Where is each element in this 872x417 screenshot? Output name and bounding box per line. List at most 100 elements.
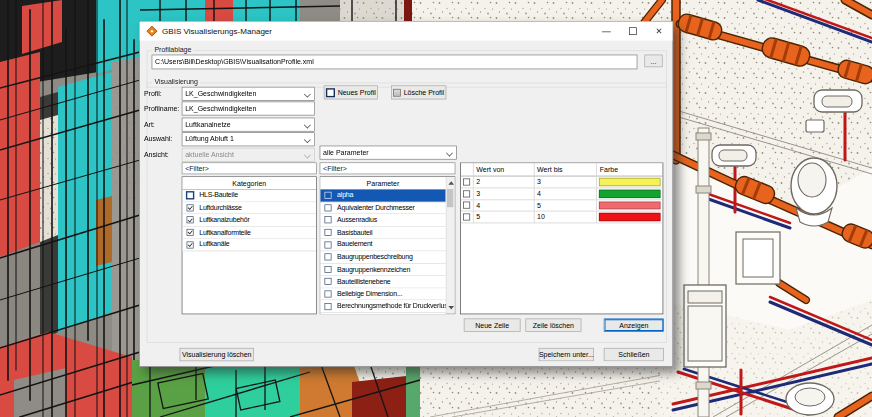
row-checkbox[interactable] xyxy=(463,214,470,221)
delete-profile-icon xyxy=(393,89,401,97)
parameters-filter-input[interactable]: <Filter> xyxy=(320,162,456,174)
ansicht-label: Ansicht: xyxy=(144,151,169,159)
list-item[interactable]: Bauteillistenebene xyxy=(320,276,445,288)
color-swatch[interactable] xyxy=(599,190,660,198)
list-item[interactable]: Luftkanäle xyxy=(182,239,316,251)
maximize-button[interactable] xyxy=(620,22,647,41)
close-icon: ✕ xyxy=(656,27,663,36)
table-header-row: Wert von Wert bis Farbe xyxy=(461,163,663,177)
white-pipe xyxy=(696,128,711,417)
column-header: Wert von xyxy=(474,163,535,176)
profil-combobox[interactable]: LK_Geschwindigkeiten xyxy=(182,87,315,101)
categories-list: Kategorien HLS-Bauteile Luftdurchlässe L… xyxy=(182,176,317,314)
categories-filter-input[interactable]: <Filter> xyxy=(182,162,317,174)
profilname-input[interactable]: LK_Geschwindigkeiten xyxy=(182,102,315,116)
chevron-down-icon xyxy=(304,121,311,128)
parameters-list-content: Parameter alpha Äquivalenter Durchmesser… xyxy=(320,177,445,314)
anzeigen-button[interactable]: Anzeigen xyxy=(604,319,664,332)
minimize-button[interactable] xyxy=(593,22,620,41)
checkbox[interactable] xyxy=(325,303,332,310)
chevron-down-icon xyxy=(304,136,311,143)
profile-path-input[interactable]: C:\Users\Bill\Desktop\GBIS\Visualisation… xyxy=(152,55,638,70)
checkbox[interactable] xyxy=(325,229,332,236)
color-swatch[interactable] xyxy=(599,213,660,221)
checkbox[interactable] xyxy=(187,204,194,211)
column-header: Wert bis xyxy=(534,163,597,176)
checkbox[interactable] xyxy=(187,217,194,224)
visualisierung-loeschen-button[interactable]: Visualisierung löschen xyxy=(180,348,254,361)
list-item[interactable]: HLS-Bauteile xyxy=(182,190,316,202)
parameters-list: Parameter alpha Äquivalenter Durchmesser… xyxy=(320,176,456,314)
art-combobox[interactable]: Luftkanalnetze xyxy=(182,118,315,132)
row-checkbox[interactable] xyxy=(463,190,470,197)
checkbox[interactable] xyxy=(325,241,332,248)
profil-label: Profil: xyxy=(144,90,162,98)
loesche-profil-button[interactable]: Lösche Profil xyxy=(391,85,446,99)
checkbox[interactable] xyxy=(325,192,332,199)
maximize-icon xyxy=(629,27,637,35)
checkbox[interactable] xyxy=(325,290,332,297)
list-item-selected[interactable]: alpha xyxy=(320,190,445,202)
zeile-loeschen-button[interactable]: Zeile löschen xyxy=(525,319,581,332)
checkbox[interactable] xyxy=(325,204,332,211)
browse-button[interactable]: ... xyxy=(644,55,662,68)
dialog-titlebar[interactable]: GBIS Visualisierungs-Manager ✕ xyxy=(140,22,673,41)
list-item[interactable]: Berechnungsmethode für Druckverlust xyxy=(320,301,445,313)
app-icon xyxy=(147,26,158,37)
top-strip xyxy=(140,0,412,21)
checkbox[interactable] xyxy=(187,241,194,248)
scroll-thumb[interactable] xyxy=(447,189,453,207)
checkbox[interactable] xyxy=(187,229,194,236)
row-checkbox[interactable] xyxy=(463,202,470,209)
list-item[interactable]: Baugruppenbeschreibung xyxy=(320,251,445,263)
color-swatch[interactable] xyxy=(599,201,660,209)
table-row[interactable]: 4 5 xyxy=(461,200,663,212)
new-profile-icon xyxy=(326,88,335,97)
checkbox[interactable] xyxy=(325,266,332,273)
chevron-down-icon xyxy=(304,152,311,159)
visualisierung-label: Visualisierung xyxy=(152,78,200,86)
list-item[interactable]: Luftkanalformteile xyxy=(182,227,316,239)
row-checkbox[interactable] xyxy=(463,179,470,186)
art-label: Art: xyxy=(144,120,155,128)
schliessen-button[interactable]: Schließen xyxy=(604,348,664,361)
list-item[interactable]: Äquivalenter Durchmesser xyxy=(320,202,445,214)
checkbox-column-header xyxy=(461,163,474,176)
value-table: Wert von Wert bis Farbe 2 3 3 4 4 5 5 10 xyxy=(460,162,663,314)
list-item[interactable]: Aussenradius xyxy=(320,214,445,226)
dialog-gbis-visualisierungs-manager: GBIS Visualisierungs-Manager ✕ Profilabl… xyxy=(139,21,673,367)
checkbox[interactable] xyxy=(325,278,332,285)
list-item[interactable]: Luftdurchlässe xyxy=(182,202,316,214)
checkbox[interactable] xyxy=(325,254,332,261)
list-item[interactable]: Luftkanalzubehör xyxy=(182,214,316,226)
close-button[interactable]: ✕ xyxy=(647,22,674,41)
parameters-header: Parameter xyxy=(320,177,445,190)
table-row[interactable]: 5 10 xyxy=(461,212,663,224)
profilname-label: Profilname: xyxy=(144,104,179,112)
list-item[interactable]: Bauelement xyxy=(320,239,445,251)
list-item[interactable]: Beschreibung xyxy=(320,313,445,314)
table-row[interactable]: 2 3 xyxy=(461,177,663,189)
scroll-down-icon[interactable] xyxy=(448,306,454,310)
color-swatch[interactable] xyxy=(599,178,660,186)
auswahl-combobox[interactable]: Lüftung Abluft 1 xyxy=(182,132,315,146)
table-row[interactable]: 3 4 xyxy=(461,188,663,200)
chevron-down-icon xyxy=(304,91,311,98)
chevron-down-icon xyxy=(446,149,453,156)
neues-profil-button[interactable]: Neues Profil xyxy=(324,85,378,99)
checkbox[interactable] xyxy=(186,191,194,199)
categories-header: Kategorien xyxy=(182,177,316,190)
scrollbar[interactable] xyxy=(446,177,455,314)
list-item[interactable]: Basisbauteil xyxy=(320,227,445,239)
checkbox[interactable] xyxy=(325,217,332,224)
scroll-up-icon[interactable] xyxy=(448,181,454,185)
list-item[interactable]: Baugruppenkennzeichen xyxy=(320,264,445,276)
ansicht-combobox[interactable]: aktuelle Ansicht xyxy=(182,148,315,162)
auswahl-label: Auswahl: xyxy=(144,135,172,143)
dialog-title: GBIS Visualisierungs-Manager xyxy=(162,27,272,35)
list-item[interactable]: Beliebige Dimension... xyxy=(320,288,445,300)
neue-zeile-button[interactable]: Neue Zeile xyxy=(464,319,521,332)
profilablage-label: Profilablage xyxy=(152,46,193,54)
speichern-unter-button[interactable]: Speichern unter... xyxy=(539,348,594,361)
parameter-mode-combobox[interactable]: alle Parameter xyxy=(320,146,457,160)
